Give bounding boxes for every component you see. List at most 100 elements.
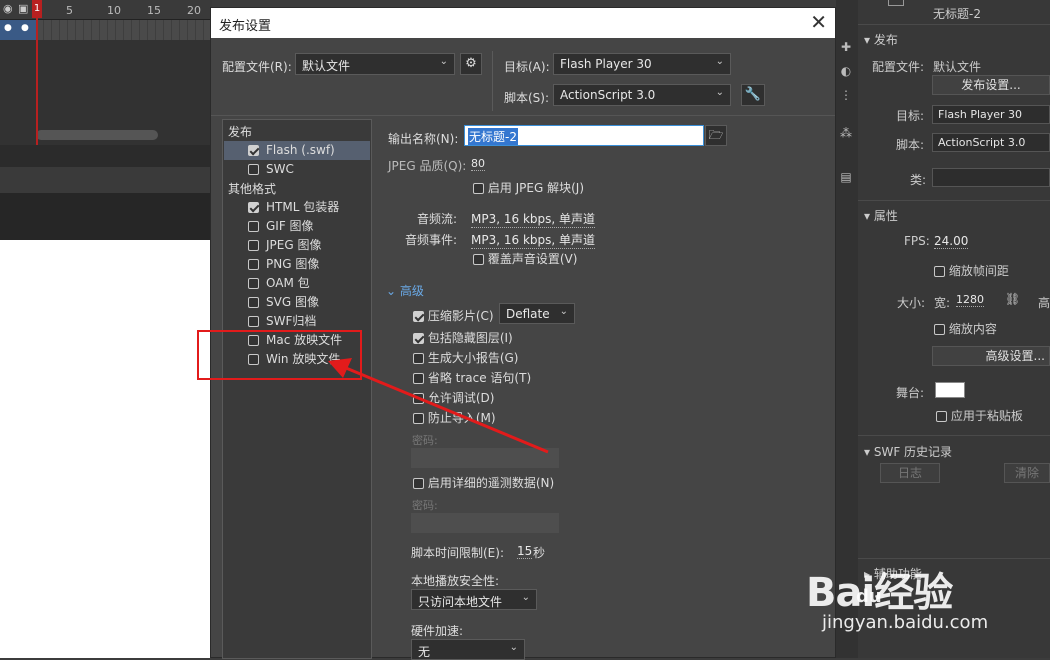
width-value[interactable]: 1280 <box>956 293 984 307</box>
library-icon[interactable]: ▤ <box>838 170 854 184</box>
compression-select[interactable]: Deflate ⌄ <box>499 303 575 324</box>
gear-icon[interactable]: ⚙ <box>460 53 482 75</box>
divider <box>492 51 493 111</box>
publish-section-header[interactable]: ▾ 发布 <box>864 31 898 48</box>
output-name-selection: 无标题-2 <box>468 128 518 145</box>
size-label: 大小: <box>897 296 926 310</box>
log-button[interactable]: 日志 <box>880 463 940 483</box>
stage-label: 舞台: <box>896 386 925 400</box>
audio-stream-value[interactable]: MP3, 16 kbps, 单声道 <box>471 210 596 228</box>
local-security-label: 本地播放安全性: <box>411 574 500 588</box>
format-item-png[interactable]: PNG 图像 <box>224 255 370 274</box>
transform-icon[interactable]: ⋮ <box>838 88 854 102</box>
wrench-icon[interactable]: 🔧 <box>741 84 765 106</box>
height-label: 高 <box>1038 296 1050 310</box>
format-item-svg[interactable]: SVG 图像 <box>224 293 370 312</box>
protect-import-checkbox[interactable]: 防止导入(M) <box>413 409 496 426</box>
publish-settings-button[interactable]: 发布设置... <box>932 75 1050 95</box>
password-input[interactable] <box>411 448 559 468</box>
divider-band <box>0 145 212 167</box>
stage-color-swatch[interactable] <box>935 382 965 398</box>
chevron-down-icon: ⌄ <box>715 87 724 98</box>
apply-pasteboard-checkbox[interactable]: 应用于粘贴板 <box>936 407 1023 424</box>
allow-debugging-checkbox[interactable]: 允许调试(D) <box>413 389 494 406</box>
frame-number: 15 <box>147 4 161 17</box>
link-icon[interactable]: ⛓ <box>1005 292 1020 306</box>
class-label: 类: <box>910 173 927 187</box>
script-select[interactable]: ActionScript 3.0 ⌄ <box>553 84 731 106</box>
dialog-title: 发布设置 <box>219 19 272 34</box>
output-name-label: 输出名称(N): <box>388 132 459 146</box>
clear-button[interactable]: 清除 <box>1004 463 1050 483</box>
format-item-swc[interactable]: SWC <box>224 160 370 179</box>
include-hidden-layers-checkbox[interactable]: 包括隐藏图层(I) <box>413 329 513 346</box>
timeline-scrollbar[interactable] <box>36 130 158 140</box>
size-report-checkbox[interactable]: 生成大小报告(G) <box>413 349 519 366</box>
format-item-oam[interactable]: OAM 包 <box>224 274 370 293</box>
hw-accel-label: 硬件加速: <box>411 624 464 638</box>
chevron-down-icon: ⌄ <box>439 56 448 67</box>
omit-trace-checkbox[interactable]: 省略 trace 语句(T) <box>413 369 531 386</box>
override-sound-checkbox[interactable]: 覆盖声音设置(V) <box>473 250 577 267</box>
format-item-jpeg[interactable]: JPEG 图像 <box>224 236 370 255</box>
width-label: 宽: <box>934 296 951 310</box>
local-security-select[interactable]: 只访问本地文件 ⌄ <box>411 589 537 610</box>
scale-interval-checkbox[interactable]: 缩放帧间距 <box>934 262 1009 279</box>
playhead[interactable] <box>36 0 38 145</box>
playhead-frame-label[interactable]: 1 <box>32 0 42 18</box>
fps-value[interactable]: 24.00 <box>934 234 969 249</box>
profile-label: 配置文件(R): <box>222 60 292 74</box>
close-icon[interactable]: ✕ <box>810 10 827 34</box>
compress-movie-checkbox[interactable]: 压缩影片(C) <box>413 307 494 324</box>
script-time-value[interactable]: 15 <box>517 544 533 559</box>
advanced-settings-button[interactable]: 高级设置... <box>932 346 1050 366</box>
baidu-du: du <box>856 586 882 607</box>
frame-number: 10 <box>107 4 121 17</box>
script-label: 脚本: <box>896 138 925 152</box>
fps-label: FPS: <box>904 234 930 248</box>
profile-value: 默认文件 <box>933 60 982 74</box>
format-item-swf-archive[interactable]: SWF归档 <box>224 312 370 331</box>
script-select[interactable]: ActionScript 3.0 <box>932 133 1050 152</box>
jpeg-quality-value[interactable]: 80 <box>471 157 485 171</box>
class-input[interactable] <box>932 168 1050 187</box>
align-icon[interactable]: ✚ <box>838 40 854 54</box>
target-select[interactable]: Flash Player 30 ⌄ <box>553 53 731 75</box>
properties-section-header[interactable]: ▾ 属性 <box>864 207 898 224</box>
hw-accel-select[interactable]: 无 ⌄ <box>411 639 525 660</box>
script-label: 脚本(S): <box>504 91 550 105</box>
components-icon[interactable]: ⁂ <box>838 126 854 140</box>
publish-group-label: 发布 <box>228 125 253 139</box>
folder-icon[interactable]: 🗁 <box>705 125 727 146</box>
telemetry-checkbox[interactable]: 启用详细的遥测数据(N) <box>413 474 554 491</box>
output-name-input[interactable]: 无标题-2 <box>464 125 704 146</box>
profile-label: 配置文件: <box>872 60 925 74</box>
dialog-titlebar[interactable]: 发布设置 ✕ <box>211 8 835 38</box>
stage-canvas[interactable] <box>0 240 212 658</box>
format-item-flash[interactable]: Flash (.swf) <box>224 141 370 160</box>
jpeg-deblock-checkbox[interactable]: 启用 JPEG 解块(J) <box>473 179 584 196</box>
watermark-url: jingyan.baidu.com <box>822 612 989 633</box>
edit-bar <box>0 167 212 193</box>
color-icon[interactable]: ◐ <box>838 64 854 78</box>
format-item-html[interactable]: HTML 包装器 <box>224 198 370 217</box>
target-select[interactable]: Flash Player 30 <box>932 105 1050 124</box>
timeline-frames[interactable] <box>36 20 212 40</box>
audio-event-value[interactable]: MP3, 16 kbps, 单声道 <box>471 231 596 249</box>
scale-content-checkbox[interactable]: 缩放内容 <box>934 320 997 337</box>
lock-icon[interactable]: ▣ <box>18 2 28 15</box>
divider <box>211 115 835 116</box>
advanced-section-toggle[interactable]: ⌄ 高级 <box>386 282 424 299</box>
lock-dot-icon[interactable]: ● <box>21 23 29 33</box>
profile-select[interactable]: 默认文件 ⌄ <box>295 53 455 75</box>
timeline-layer-row[interactable]: ● ● <box>0 20 36 40</box>
visible-dot-icon[interactable]: ● <box>4 23 12 33</box>
chevron-down-icon: ▾ <box>864 445 874 459</box>
format-item-gif[interactable]: GIF 图像 <box>224 217 370 236</box>
pasteboard <box>0 193 212 240</box>
document-icon <box>888 0 904 6</box>
swf-history-header[interactable]: ▾ SWF 历史记录 <box>864 443 952 460</box>
telemetry-password-input[interactable] <box>411 513 559 533</box>
eye-icon[interactable]: ◉ <box>3 2 13 15</box>
chevron-down-icon: ⌄ <box>386 284 400 298</box>
